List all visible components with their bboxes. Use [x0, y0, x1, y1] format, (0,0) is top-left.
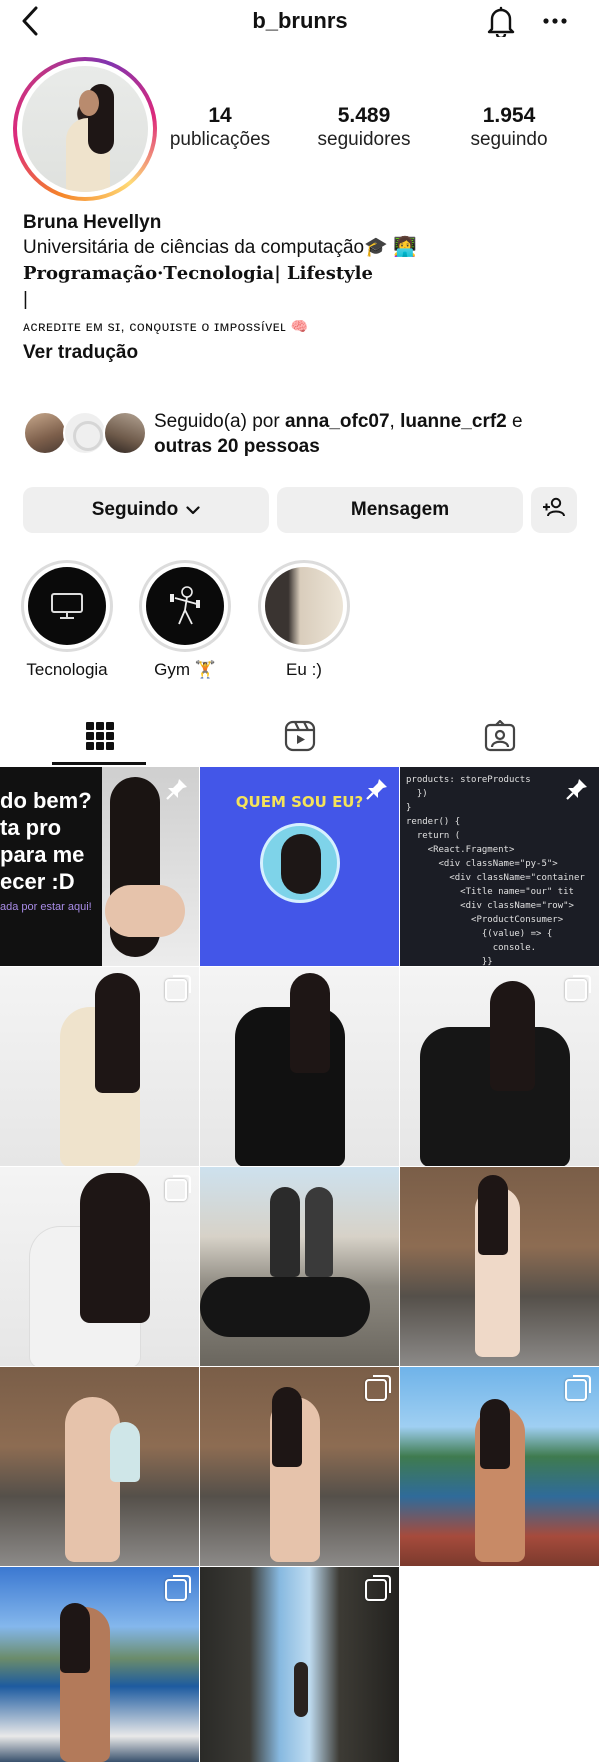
- bio-line-4: ᴀᴄʀᴇᴅɪᴛᴇ ᴇᴍ sɪ, ᴄᴏɴǫᴜɪsᴛᴇ ᴏ ɪᴍᴘᴏssíᴠᴇʟ 🧠: [23, 318, 309, 334]
- followed-by-text: Seguido(a) por anna_ofc07, luanne_crf2 e…: [154, 411, 523, 457]
- carousel-icon: [565, 1375, 591, 1401]
- post-thumbnail[interactable]: [200, 967, 399, 1166]
- following-button-label: Seguindo: [91, 499, 179, 520]
- profile-tabs: [0, 712, 600, 766]
- pin-icon: [165, 777, 189, 806]
- post-thumbnail[interactable]: products: storeProducts }) } render() { …: [400, 767, 599, 966]
- more-options-icon[interactable]: [538, 4, 572, 38]
- suggest-users-button[interactable]: [531, 487, 577, 533]
- tab-posts-grid[interactable]: [0, 712, 200, 764]
- followers-count[interactable]: 5.489 seguidores: [299, 104, 429, 152]
- profile-bio: Bruna Hevellyn Universitária de ciências…: [23, 210, 583, 366]
- chevron-down-icon: [186, 499, 200, 521]
- tab-tagged[interactable]: [400, 712, 600, 764]
- highlight-gym[interactable]: Gym 🏋️: [137, 560, 233, 680]
- see-translation-link[interactable]: Ver tradução: [23, 340, 583, 366]
- follower-avatar: [23, 411, 67, 455]
- post-thumbnail[interactable]: [0, 1367, 199, 1566]
- post-thumbnail[interactable]: [0, 1567, 199, 1762]
- pin-icon: [365, 777, 389, 806]
- following-count-value: 1.954: [482, 104, 536, 127]
- posts-count-value: 14: [208, 104, 232, 127]
- active-tab-indicator: [52, 762, 146, 765]
- post-thumbnail[interactable]: [0, 967, 199, 1166]
- following-button[interactable]: Seguindo: [23, 487, 269, 533]
- bell-icon[interactable]: [484, 4, 518, 38]
- post-thumbnail[interactable]: [400, 967, 599, 1166]
- post-thumbnail[interactable]: [400, 1167, 599, 1366]
- profile-avatar[interactable]: [13, 57, 157, 201]
- highlight-tecnologia[interactable]: Tecnologia: [19, 560, 115, 680]
- add-person-icon: [542, 497, 566, 523]
- carousel-icon: [365, 1575, 391, 1601]
- post-thumbnail[interactable]: QUEM SOU EU?: [200, 767, 399, 966]
- empty-grid-cell: [400, 1567, 599, 1762]
- message-button[interactable]: Mensagem: [277, 487, 523, 533]
- followed-by-others[interactable]: outras 20 pessoas: [154, 436, 320, 457]
- tab-reels[interactable]: [200, 712, 400, 764]
- followers-count-value: 5.489: [337, 104, 391, 127]
- pin-icon: [565, 777, 589, 806]
- following-count-label: seguindo: [470, 129, 548, 150]
- posts-count[interactable]: 14 publicações: [155, 104, 285, 152]
- message-button-label: Mensagem: [350, 499, 450, 520]
- highlight-photo: [265, 567, 343, 645]
- reels-icon: [284, 720, 316, 757]
- followers-count-label: seguidores: [317, 129, 411, 150]
- post-overlay-text: do bem? ta pro para me ecer :D: [0, 788, 92, 894]
- computer-icon: [28, 567, 106, 645]
- bio-line-1: Universitária de ciências da computação🎓…: [23, 237, 417, 258]
- grid-icon: [85, 721, 115, 756]
- carousel-icon: [365, 1375, 391, 1401]
- post-thumbnail[interactable]: [0, 1167, 199, 1366]
- bio-line-3: |: [23, 289, 28, 310]
- follower-avatar: [63, 411, 107, 455]
- highlight-label: Eu :): [286, 660, 322, 679]
- follower-username[interactable]: anna_ofc07: [285, 411, 390, 432]
- highlight-label: Tecnologia: [26, 660, 108, 679]
- gym-icon: [146, 567, 224, 645]
- carousel-icon: [165, 1175, 191, 1201]
- follower-username[interactable]: luanne_crf2: [400, 411, 507, 432]
- bio-line-2: 𝐏𝐫𝐨𝐠𝐫𝐚𝐦𝐚çã𝐨·𝐓𝐞𝐜𝐧𝐨𝐥𝐨𝐠𝐢𝐚| 𝐋𝐢𝐟𝐞𝐬𝐭𝐲𝐥𝐞: [23, 263, 373, 284]
- post-overlay-subtext: ada por estar aqui!: [0, 901, 92, 913]
- post-thumbnail[interactable]: do bem? ta pro para me ecer :D ada por e…: [0, 767, 199, 966]
- top-bar: b_brunrs: [0, 0, 600, 42]
- post-thumbnail[interactable]: [200, 1167, 399, 1366]
- highlight-eu[interactable]: Eu :): [256, 560, 352, 680]
- follower-avatar: [103, 411, 147, 455]
- carousel-icon: [165, 1575, 191, 1601]
- tagged-icon: [484, 718, 516, 757]
- posts-count-label: publicações: [169, 129, 271, 150]
- highlight-label: Gym 🏋️: [154, 660, 216, 679]
- post-thumbnail[interactable]: [200, 1567, 399, 1762]
- followed-by[interactable]: Seguido(a) por anna_ofc07, luanne_crf2 e…: [23, 411, 583, 461]
- avatar-photo: [22, 66, 148, 192]
- carousel-icon: [165, 975, 191, 1001]
- post-thumbnail[interactable]: [400, 1367, 599, 1566]
- following-count[interactable]: 1.954 seguindo: [444, 104, 574, 152]
- post-thumbnail[interactable]: [200, 1367, 399, 1566]
- profile-display-name: Bruna Hevellyn: [23, 212, 162, 233]
- carousel-icon: [565, 975, 591, 1001]
